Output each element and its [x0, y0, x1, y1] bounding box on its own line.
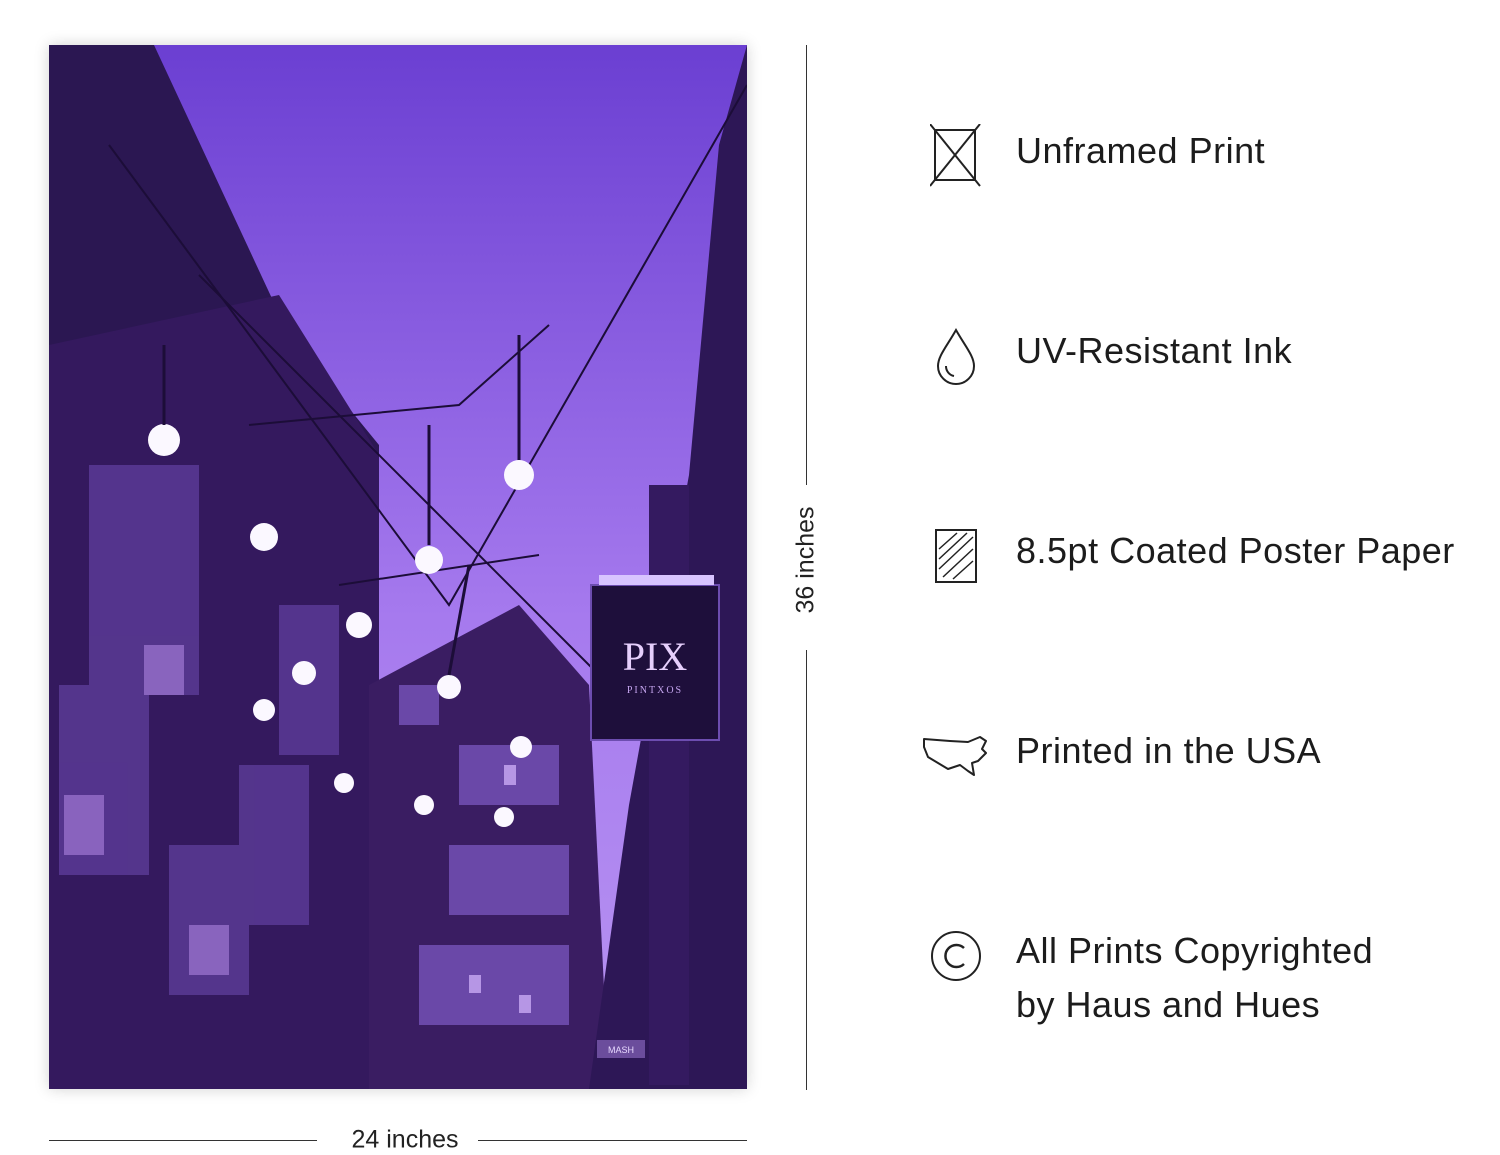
ink-drop-icon: [920, 324, 992, 388]
usa-map-icon: [920, 724, 992, 788]
width-dimension-line-left: [49, 1140, 317, 1141]
feature-label: Unframed Print: [1016, 130, 1266, 171]
height-label: 36 inches: [791, 506, 820, 614]
height-dimension-line-bottom: [806, 650, 807, 1090]
feature-label-line2: by Haus and Hues: [1016, 984, 1321, 1025]
feature-copyright: All Prints Copyrighted by Haus and Hues: [920, 924, 1373, 1032]
copyright-icon: [920, 924, 992, 988]
feature-label: 8.5pt Coated Poster Paper: [1016, 530, 1455, 571]
corner-sign: MASH: [608, 1045, 634, 1055]
sign-title: PIX: [623, 634, 688, 679]
feature-label: All Prints Copyrighted by Haus and Hues: [1016, 924, 1373, 1032]
unframed-print-icon: [920, 124, 992, 188]
feature-uv-ink: UV-Resistant Ink: [920, 324, 1292, 388]
feature-unframed-print: Unframed Print: [920, 124, 1265, 188]
purple-street-scene: PIX PINTXOS MASH: [49, 45, 747, 1089]
width-label: 24 inches: [351, 1125, 459, 1154]
feature-poster-paper: 8.5pt Coated Poster Paper: [920, 524, 1455, 588]
feature-label: UV-Resistant Ink: [1016, 330, 1293, 371]
sign-subtitle: PINTXOS: [627, 685, 683, 696]
feature-label-line1: All Prints Copyrighted: [1016, 930, 1374, 971]
width-dimension-line-right: [478, 1140, 747, 1141]
feature-printed-usa: Printed in the USA: [920, 724, 1321, 788]
height-dimension-line-top: [806, 45, 807, 485]
poster-photo: PIX PINTXOS MASH: [49, 45, 747, 1089]
poster-paper-icon: [920, 524, 992, 588]
feature-label: Printed in the USA: [1016, 730, 1322, 771]
